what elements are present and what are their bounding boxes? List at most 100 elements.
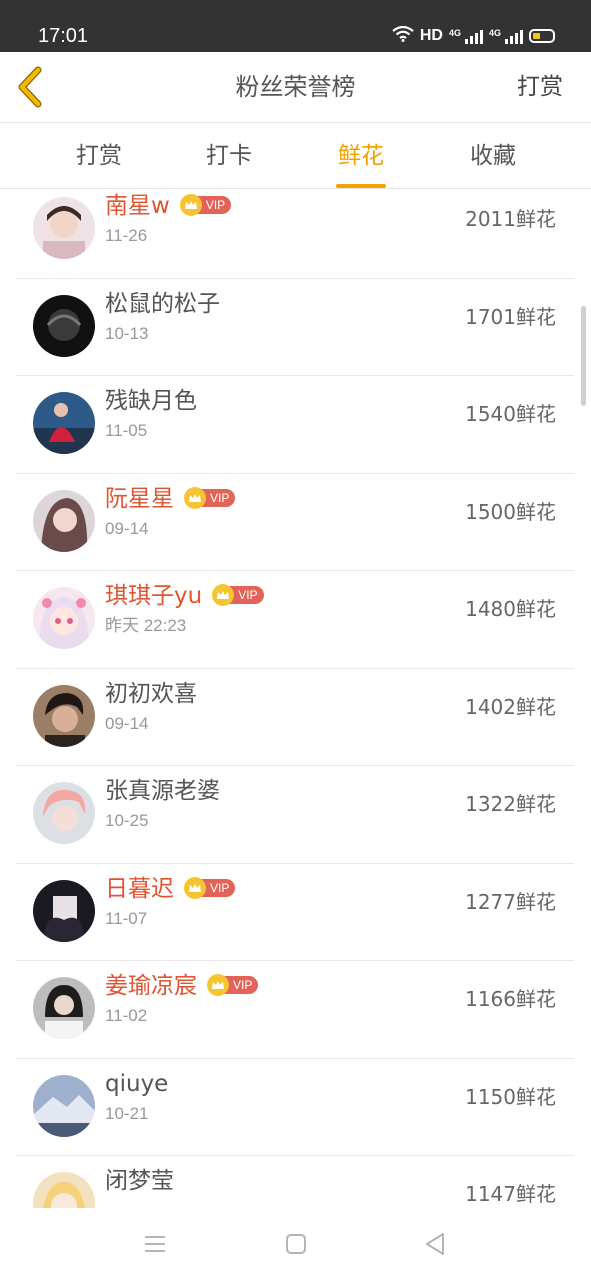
fan-name-text: 闭梦莹	[105, 1168, 174, 1194]
fan-date: 10-21	[105, 1103, 149, 1123]
fan-name-text: 阮星星	[105, 485, 174, 512]
avatar[interactable]	[33, 782, 95, 844]
fan-date: 09-14	[105, 713, 149, 733]
fan-date: 11-02	[105, 1006, 148, 1025]
tab-bar: 打赏 打卡 鲜花 收藏	[0, 123, 591, 189]
list-item[interactable]: 残缺月色 11-05 1540鲜花	[16, 376, 574, 474]
tab-reward[interactable]: 打赏	[54, 141, 144, 171]
list-item[interactable]: 日暮迟 VIP 11-07 1277鲜花	[16, 864, 574, 961]
fan-name: qiuye	[105, 1069, 168, 1099]
wifi-icon	[392, 25, 414, 46]
flower-count: 1322鲜花	[465, 792, 556, 816]
list-item[interactable]: 闭梦莹 1147鲜花	[16, 1156, 574, 1208]
list-item[interactable]: 南星w VIP 11-26 2011鲜花	[16, 189, 574, 279]
vip-badge: VIP	[179, 194, 232, 216]
list-item[interactable]: 琪琪子yu VIP 昨天 22:23 1480鲜花	[16, 571, 574, 669]
tab-label: 鲜花	[338, 143, 384, 169]
fan-date: 10-25	[105, 811, 149, 830]
fan-date: 09-14	[105, 518, 149, 538]
avatar[interactable]	[33, 1172, 95, 1208]
reward-button[interactable]: 打赏	[517, 72, 563, 102]
tab-label: 收藏	[470, 143, 516, 169]
vip-badge: VIP	[207, 974, 259, 996]
app-header: 粉丝荣誉榜 打赏	[0, 52, 591, 123]
avatar[interactable]	[33, 392, 95, 454]
list-item[interactable]: 阮星星 VIP 09-14 1500鲜花	[16, 474, 574, 571]
fan-name: 姜瑜凉宸 VIP	[105, 971, 259, 1001]
signal-icon-1: 4G	[449, 28, 483, 44]
tab-flowers[interactable]: 鲜花	[316, 141, 406, 188]
vip-badge: VIP	[184, 876, 236, 899]
fan-ranking-list: 南星w VIP 11-26 2011鲜花 松鼠的松子 10-13 1701鲜花 残…	[16, 189, 574, 1208]
fan-date: 昨天 22:23	[105, 616, 187, 635]
back-triangle-icon	[426, 1233, 444, 1255]
page-title: 粉丝荣誉榜	[235, 73, 356, 101]
fan-name: 闭梦莹	[105, 1166, 174, 1196]
signal-label-1: 4G	[448, 28, 461, 38]
vip-badge: VIP	[184, 486, 236, 509]
fan-name-text: 琪琪子yu	[105, 583, 203, 609]
menu-button[interactable]	[141, 1230, 169, 1258]
signal-label-2: 4G	[488, 28, 501, 38]
menu-icon	[145, 1236, 165, 1252]
fan-name-text: 初初欢喜	[105, 680, 197, 707]
tab-favorites[interactable]: 收藏	[448, 141, 538, 171]
fan-name-text: 张真源老婆	[105, 778, 220, 804]
crown-icon	[179, 194, 202, 216]
fan-name: 日暮迟 VIP	[105, 874, 236, 904]
flower-count: 1701鲜花	[465, 304, 556, 329]
flower-count: 1500鲜花	[465, 499, 556, 524]
battery-icon	[529, 29, 555, 43]
flower-count: 2011鲜花	[465, 207, 556, 231]
system-nav-bar	[0, 1208, 591, 1280]
fan-name-text: 残缺月色	[105, 388, 197, 414]
crown-icon	[184, 876, 206, 899]
flower-count: 1540鲜花	[465, 402, 556, 426]
fan-date: 11-05	[105, 421, 148, 440]
home-button[interactable]	[282, 1230, 310, 1258]
list-scrollbar[interactable]	[581, 306, 586, 406]
list-item[interactable]: qiuye 10-21 1150鲜花	[16, 1059, 574, 1156]
tab-active-indicator	[336, 184, 386, 188]
fan-name: 张真源老婆	[105, 776, 220, 806]
avatar[interactable]	[33, 879, 95, 942]
fan-name: 琪琪子yu VIP	[105, 581, 264, 611]
avatar[interactable]	[33, 489, 95, 552]
avatar[interactable]	[33, 684, 95, 747]
avatar[interactable]	[33, 197, 95, 259]
signal-icon-2: 4G	[489, 28, 523, 44]
fan-date: 10-13	[105, 323, 149, 343]
flower-count: 1402鲜花	[465, 694, 556, 719]
avatar[interactable]	[33, 294, 95, 357]
list-item[interactable]: 张真源老婆 10-25 1322鲜花	[16, 766, 574, 864]
status-time: 17:01	[38, 25, 89, 47]
fan-name: 南星w VIP	[105, 191, 232, 221]
flower-count: 1480鲜花	[465, 597, 556, 621]
flower-count: 1277鲜花	[465, 889, 556, 914]
flower-count: 1150鲜花	[465, 1084, 556, 1109]
fan-date: 11-26	[105, 226, 148, 245]
tab-checkin[interactable]: 打卡	[184, 141, 274, 171]
fan-name: 初初欢喜	[105, 679, 197, 709]
fan-name: 松鼠的松子	[105, 289, 220, 319]
tab-label: 打赏	[76, 143, 122, 169]
flower-count: 1166鲜花	[465, 987, 556, 1011]
fan-name-text: qiuye	[105, 1070, 169, 1097]
list-item[interactable]: 松鼠的松子 10-13 1701鲜花	[16, 279, 574, 376]
list-item[interactable]: 姜瑜凉宸 VIP 11-02 1166鲜花	[16, 961, 574, 1059]
avatar[interactable]	[33, 587, 95, 649]
fan-name-text: 松鼠的松子	[105, 290, 220, 317]
status-bar: 17:01 HD 4G 4G	[0, 0, 591, 52]
system-icons: HD 4G 4G	[392, 25, 555, 47]
flower-count: 1147鲜花	[465, 1182, 556, 1206]
fan-name: 残缺月色	[105, 386, 197, 416]
avatar[interactable]	[33, 1074, 95, 1137]
crown-icon	[207, 974, 229, 996]
vip-badge: VIP	[212, 584, 264, 606]
back-nav-button[interactable]	[422, 1230, 450, 1258]
avatar[interactable]	[33, 977, 95, 1039]
crown-icon	[184, 486, 206, 509]
fan-name: 阮星星 VIP	[105, 484, 236, 514]
fan-date: 11-07	[105, 908, 148, 928]
list-item[interactable]: 初初欢喜 09-14 1402鲜花	[16, 669, 574, 766]
